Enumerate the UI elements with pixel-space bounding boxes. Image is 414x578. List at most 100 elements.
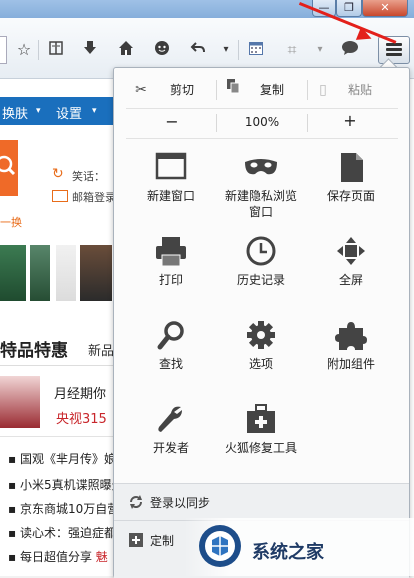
- customize-label: 定制: [150, 534, 175, 548]
- fullscreen-button[interactable]: 全屏: [309, 236, 393, 316]
- sync-icon: [128, 494, 144, 510]
- plus-square-icon: [128, 532, 144, 548]
- maximize-button[interactable]: ❐: [336, 0, 362, 17]
- firefox-menu-panel: ✂ 剪切 复制 ▯ 粘贴 − 100% + 新建窗口 新建隐私浏览 窗口 保存页…: [113, 67, 410, 578]
- copy-icon: [222, 78, 244, 102]
- clock-icon: [219, 236, 303, 270]
- refresh-icon: ↻: [52, 166, 64, 182]
- developer-button[interactable]: 开发者: [129, 404, 213, 484]
- divider: [126, 138, 398, 139]
- list-item[interactable]: ▪ 京东商城10万自营: [8, 500, 114, 517]
- magnifier-icon: [129, 320, 213, 354]
- toolbox-icon: [219, 404, 303, 438]
- new-window-icon: [129, 152, 213, 186]
- close-window-button[interactable]: ✕: [362, 0, 408, 17]
- address-bar-edge[interactable]: [0, 36, 7, 64]
- repair-tool-button[interactable]: 火狐修复工具: [219, 404, 303, 484]
- separator: [216, 114, 217, 132]
- product-image[interactable]: [30, 245, 50, 301]
- zoom-in-button[interactable]: +: [338, 111, 362, 130]
- paste-label: 粘贴: [348, 83, 373, 97]
- product-image[interactable]: [0, 245, 26, 301]
- chevron-down-icon: ▾: [36, 106, 41, 116]
- home-icon[interactable]: [116, 40, 136, 60]
- wrench-icon: [129, 404, 213, 438]
- find-button[interactable]: 查找: [129, 320, 213, 400]
- list-item[interactable]: ▪ 每日超值分享 魅: [8, 548, 114, 565]
- repair-tool-label: 火狐修复工具: [224, 441, 297, 455]
- section-heading: 特品特惠: [0, 341, 68, 361]
- mail-login-link[interactable]: 邮箱登录: [72, 189, 116, 205]
- divider: [0, 436, 114, 437]
- speech-icon[interactable]: [340, 40, 360, 60]
- cut-label: 剪切: [170, 83, 195, 97]
- joke-link[interactable]: 笑话：: [72, 168, 105, 184]
- new-tab[interactable]: 新品: [88, 340, 114, 359]
- sync-button[interactable]: 登录以同步: [114, 484, 409, 521]
- developer-label: 开发者: [152, 441, 189, 455]
- puzzle-icon: [309, 320, 393, 354]
- mail-icon: [52, 190, 68, 202]
- nav-settings[interactable]: 设置: [56, 103, 82, 122]
- download-icon[interactable]: [80, 40, 100, 60]
- print-label: 打印: [158, 273, 183, 287]
- star-icon[interactable]: ☆: [14, 40, 34, 60]
- separator: [307, 114, 308, 132]
- gear-icon: [219, 320, 303, 354]
- save-page-button[interactable]: 保存页面: [309, 152, 393, 232]
- reading-list-icon[interactable]: [46, 40, 66, 60]
- addons-label: 附加组件: [326, 357, 375, 371]
- product-image[interactable]: [56, 245, 76, 301]
- zoom-out-button[interactable]: −: [160, 112, 184, 131]
- new-window-button[interactable]: 新建窗口: [129, 152, 213, 232]
- find-label: 查找: [158, 357, 183, 371]
- sync-label: 登录以同步: [150, 496, 211, 510]
- separator: [216, 80, 217, 100]
- watermark-text: 系统之家: [252, 542, 324, 563]
- fullscreen-label: 全屏: [338, 273, 363, 287]
- scissors-icon: ✂: [135, 82, 147, 98]
- private-window-label: 新建隐私浏览 窗口: [224, 189, 297, 219]
- options-button[interactable]: 选项: [219, 320, 303, 400]
- product-image[interactable]: [80, 245, 112, 301]
- list-item[interactable]: ▪ 小米5真机谍照曝光: [8, 476, 114, 493]
- clipboard-icon: ▯: [319, 82, 327, 98]
- addons-button[interactable]: 附加组件: [309, 320, 393, 400]
- change-link[interactable]: 一换: [0, 214, 22, 230]
- document-icon: [309, 152, 393, 186]
- toolbar-separator: [38, 40, 39, 60]
- fullscreen-arrows-icon: [309, 236, 393, 270]
- divider: [126, 108, 398, 109]
- chat-icon[interactable]: [152, 40, 172, 60]
- options-label: 选项: [248, 357, 273, 371]
- paste-button[interactable]: ▯ 粘贴: [312, 78, 402, 102]
- save-page-label: 保存页面: [326, 189, 375, 203]
- promo-image[interactable]: [0, 376, 40, 428]
- watermark-logo: [196, 522, 244, 570]
- calendar-icon[interactable]: [246, 40, 266, 60]
- toolbar-separator: [238, 40, 239, 60]
- printer-icon: [129, 236, 213, 270]
- divider: [0, 365, 114, 366]
- dropdown-icon[interactable]: ▾: [310, 40, 330, 60]
- dropdown-icon[interactable]: ▾: [216, 40, 236, 60]
- separator: [307, 80, 308, 100]
- promo-subtitle[interactable]: 央视315: [56, 408, 107, 427]
- zoom-reset-button[interactable]: 100%: [232, 115, 292, 129]
- nav-skin[interactable]: 换肤: [2, 103, 28, 122]
- print-button[interactable]: 打印: [129, 236, 213, 316]
- new-window-label: 新建窗口: [146, 189, 195, 203]
- list-item[interactable]: ▪ 读心术：强迫症都: [8, 524, 114, 541]
- history-label: 历史记录: [236, 273, 285, 287]
- cut-button[interactable]: ✂ 剪切: [130, 78, 220, 102]
- promo-title[interactable]: 月经期你: [54, 383, 106, 402]
- search-icon[interactable]: [0, 140, 18, 196]
- private-window-button[interactable]: 新建隐私浏览 窗口: [219, 152, 303, 232]
- crop-icon[interactable]: ⌗: [282, 40, 302, 60]
- copy-button[interactable]: 复制: [222, 78, 312, 102]
- back-icon[interactable]: [188, 40, 208, 60]
- list-item[interactable]: ▪ 国观《芈月传》娘: [8, 450, 114, 467]
- mask-icon: [219, 152, 303, 186]
- history-button[interactable]: 历史记录: [219, 236, 303, 316]
- copy-label: 复制: [260, 83, 285, 97]
